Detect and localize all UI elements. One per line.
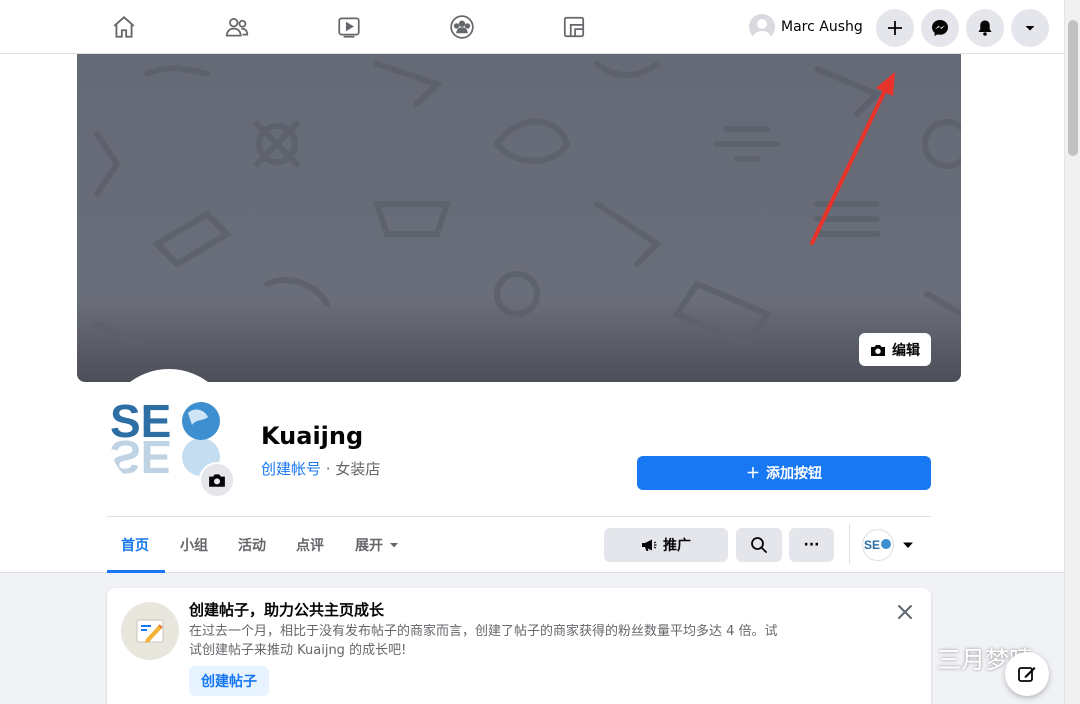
compose-icon bbox=[1018, 667, 1036, 682]
promote-button[interactable]: 推广 bbox=[604, 528, 728, 562]
action-separator bbox=[849, 524, 850, 564]
plus-icon: ＋ bbox=[746, 466, 760, 482]
tab-reviews[interactable]: 点评 bbox=[296, 530, 324, 560]
messenger-button[interactable] bbox=[921, 9, 959, 47]
seo-logo-small: SE bbox=[864, 538, 891, 552]
tab-groups[interactable]: 小组 bbox=[180, 530, 208, 560]
svg-text:SE: SE bbox=[864, 538, 880, 552]
add-button[interactable]: ＋ 添加按钮 bbox=[637, 456, 931, 490]
user-avatar bbox=[749, 14, 775, 40]
update-profile-photo-button[interactable] bbox=[199, 462, 235, 498]
caret-down-icon bbox=[390, 543, 398, 548]
page-category: 女装店 bbox=[335, 460, 381, 478]
friends-icon[interactable] bbox=[217, 9, 257, 45]
post-illustration-icon bbox=[121, 602, 179, 660]
account-menu-button[interactable] bbox=[1011, 9, 1049, 47]
svg-text:SE: SE bbox=[110, 431, 171, 483]
page-switcher[interactable]: SE bbox=[862, 528, 914, 562]
page-subtitle: 创建帐号 · 女装店 bbox=[261, 458, 380, 479]
caret-down-icon bbox=[1025, 26, 1035, 31]
card-title: 创建帖子，助力公共主页成长 bbox=[189, 601, 385, 619]
close-icon[interactable] bbox=[893, 600, 917, 624]
create-post-button[interactable]: 创建帖子 bbox=[189, 666, 269, 696]
watch-icon[interactable] bbox=[329, 9, 369, 45]
more-options-button[interactable]: ··· bbox=[789, 528, 834, 562]
compose-button[interactable] bbox=[1005, 652, 1049, 696]
tab-more[interactable]: 展开 bbox=[355, 530, 399, 560]
wechat-icon bbox=[894, 643, 930, 672]
header-divider bbox=[107, 516, 931, 517]
bell-icon bbox=[978, 20, 992, 36]
add-button-label: 添加按钮 bbox=[766, 466, 822, 482]
profile-chip[interactable]: Marc Aushg bbox=[745, 10, 871, 44]
tab-home[interactable]: 首页 bbox=[121, 530, 149, 560]
seo-pattern-background bbox=[94, 61, 961, 348]
plus-icon bbox=[888, 21, 902, 35]
edit-cover-label: 编辑 bbox=[892, 342, 920, 359]
vertical-scrollbar[interactable] bbox=[1064, 0, 1080, 704]
cover-photo bbox=[77, 54, 961, 382]
subtitle-separator: · bbox=[321, 460, 336, 478]
camera-icon bbox=[209, 474, 225, 487]
page-title: Kuaijng bbox=[261, 422, 364, 450]
pages-icon[interactable] bbox=[554, 9, 594, 45]
edit-cover-button[interactable]: 编辑 bbox=[859, 333, 931, 366]
card-body: 在过去一个月，相比于没有发布帖子的商家而言，创建了帖子的商家获得的粉丝数量平均多… bbox=[189, 624, 778, 658]
page-avatar-small: SE bbox=[862, 529, 894, 561]
groups-icon[interactable] bbox=[442, 9, 482, 45]
active-tab-indicator bbox=[107, 570, 165, 573]
create-post-card: 创建帖子，助力公共主页成长 在过去一个月，相比于没有发布帖子的商家而言，创建了帖… bbox=[107, 588, 931, 704]
scrollbar-thumb[interactable] bbox=[1068, 20, 1078, 156]
more-label: ··· bbox=[803, 537, 820, 553]
create-plus-button[interactable] bbox=[876, 9, 914, 47]
promote-label: 推广 bbox=[663, 538, 691, 554]
tab-events[interactable]: 活动 bbox=[238, 530, 266, 560]
camera-icon bbox=[871, 344, 885, 356]
search-button[interactable] bbox=[736, 528, 782, 562]
notifications-button[interactable] bbox=[966, 9, 1004, 47]
caret-down-icon bbox=[903, 542, 913, 548]
search-icon bbox=[751, 537, 767, 553]
top-navigation-bar: Marc Aushg bbox=[0, 0, 1064, 54]
home-icon[interactable] bbox=[104, 9, 144, 45]
profile-name: Marc Aushg bbox=[781, 19, 863, 35]
messenger-icon bbox=[932, 20, 948, 36]
megaphone-icon bbox=[642, 539, 657, 551]
create-account-link[interactable]: 创建帐号 bbox=[261, 460, 321, 478]
